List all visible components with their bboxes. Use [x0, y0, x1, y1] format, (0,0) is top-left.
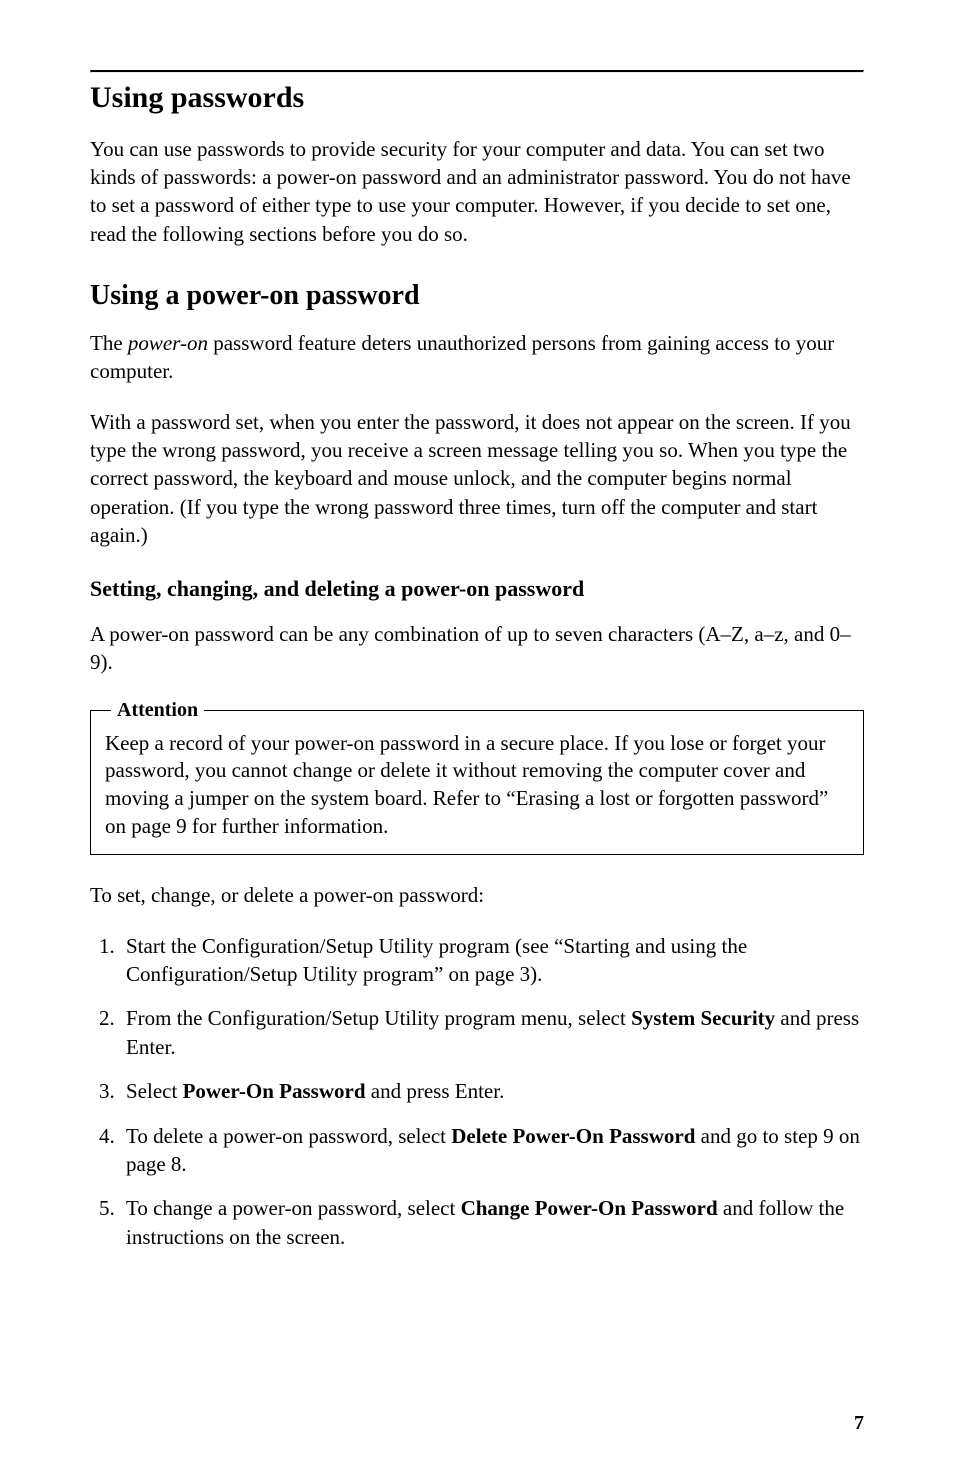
section-rule: [90, 70, 864, 73]
text-fragment: and press Enter.: [366, 1079, 505, 1103]
ui-change-power-on: Change Power-On Password: [461, 1196, 718, 1220]
step-5: To change a power-on password, select Ch…: [120, 1194, 864, 1251]
heading-using-passwords: Using passwords: [90, 79, 864, 117]
text-fragment: The: [90, 331, 128, 355]
text-fragment: From the Configuration/Setup Utility pro…: [126, 1006, 631, 1030]
term-power-on: power-on: [128, 331, 208, 355]
heading-setting-changing-deleting: Setting, changing, and deleting a power-…: [90, 575, 864, 604]
step-1: Start the Configuration/Setup Utility pr…: [120, 932, 864, 989]
text-fragment: To delete a power-on password, select: [126, 1124, 451, 1148]
attention-box: Attention Keep a record of your power-on…: [90, 699, 864, 856]
attention-legend: Attention: [111, 699, 204, 722]
ui-power-on-password: Power-On Password: [183, 1079, 366, 1103]
page-number: 7: [854, 1412, 864, 1435]
ui-system-security: System Security: [631, 1006, 775, 1030]
step-3: Select Power-On Password and press Enter…: [120, 1077, 864, 1105]
paragraph-char-limit: A power-on password can be any combinati…: [90, 620, 864, 677]
paragraph-power-on-intro: The power-on password feature deters una…: [90, 329, 864, 386]
step-4: To delete a power-on password, select De…: [120, 1122, 864, 1179]
paragraph-password-behavior: With a password set, when you enter the …: [90, 408, 864, 550]
ui-delete-power-on: Delete Power-On Password: [451, 1124, 695, 1148]
document-page: Using passwords You can use passwords to…: [0, 0, 954, 1475]
attention-body: Keep a record of your power-on password …: [105, 730, 849, 841]
text-fragment: To change a power-on password, select: [126, 1196, 461, 1220]
paragraph-intro: You can use passwords to provide securit…: [90, 135, 864, 248]
text-fragment: Select: [126, 1079, 183, 1103]
heading-power-on: Using a power-on password: [90, 278, 864, 313]
paragraph-steps-intro: To set, change, or delete a power-on pas…: [90, 881, 864, 909]
step-2: From the Configuration/Setup Utility pro…: [120, 1004, 864, 1061]
steps-list: Start the Configuration/Setup Utility pr…: [90, 932, 864, 1251]
